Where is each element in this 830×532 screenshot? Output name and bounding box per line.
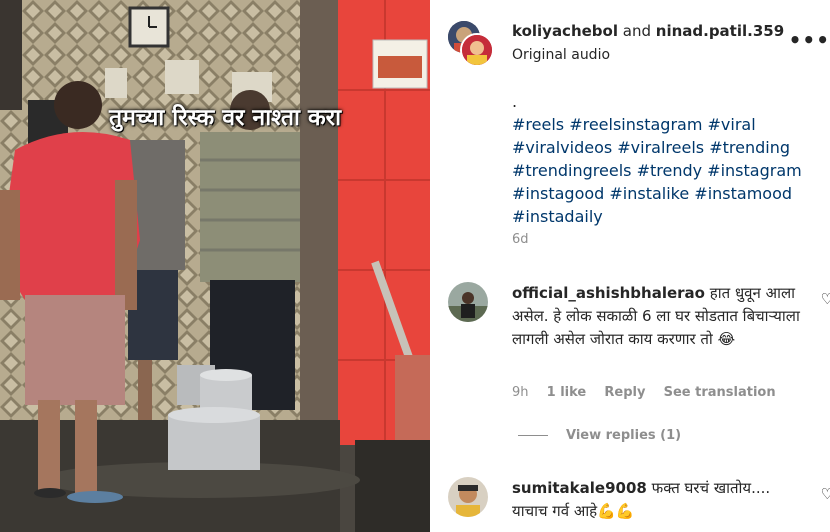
authors-joiner: and <box>618 22 656 40</box>
comment-avatar[interactable] <box>448 282 488 322</box>
see-translation-button[interactable]: See translation <box>664 385 776 400</box>
heart-icon[interactable]: ♡ <box>821 485 830 503</box>
comment-meta: 9h 1 like Reply See translation <box>512 385 790 400</box>
avatar-image <box>448 282 488 322</box>
heart-icon[interactable]: ♡ <box>821 290 830 308</box>
more-horizontal-icon[interactable]: ••• <box>789 28 830 52</box>
comment-likes[interactable]: 1 like <box>547 385 587 400</box>
post-description: . #reels #reelsinstagram #viral #viralvi… <box>512 90 812 228</box>
view-replies-button[interactable]: View replies (1) <box>518 428 681 443</box>
reply-button[interactable]: Reply <box>604 385 645 400</box>
author-avatar-secondary[interactable] <box>460 33 494 67</box>
description-hashtags[interactable]: #reels #reelsinstagram #viral #viralvide… <box>512 113 812 228</box>
post-details-panel: koliyachebol and ninad.patil.359 Origina… <box>430 0 830 532</box>
video-frame-illustration <box>0 0 430 532</box>
description-dot: . <box>512 92 518 111</box>
comment-username[interactable]: sumitakale9008 <box>512 479 647 497</box>
author-primary-link[interactable]: koliyachebol <box>512 22 618 40</box>
view-replies-label: View replies (1) <box>566 428 682 443</box>
post-authors: koliyachebol and ninad.patil.359 <box>512 22 784 40</box>
avatar-image <box>448 477 488 517</box>
comment-time: 9h <box>512 385 529 400</box>
reel-video[interactable]: तुमच्या रिस्क वर नाश्ता करा <box>0 0 430 532</box>
author-secondary-link[interactable]: ninad.patil.359 <box>656 22 784 40</box>
audio-link[interactable]: Original audio <box>512 47 610 63</box>
comment-body: official_ashishbhalerao हात धुवून आला अस… <box>512 282 802 351</box>
view-replies-divider <box>518 435 548 436</box>
comment-username[interactable]: official_ashishbhalerao <box>512 284 705 302</box>
avatar-image <box>462 35 492 65</box>
comment-avatar[interactable] <box>448 477 488 517</box>
post-age: 6d <box>512 232 529 247</box>
comment-body: sumitakale9008 फक्त घरचं खातोय.... याचाच… <box>512 477 802 523</box>
video-caption: तुमच्या रिस्क वर नाश्ता करा <box>108 105 342 131</box>
